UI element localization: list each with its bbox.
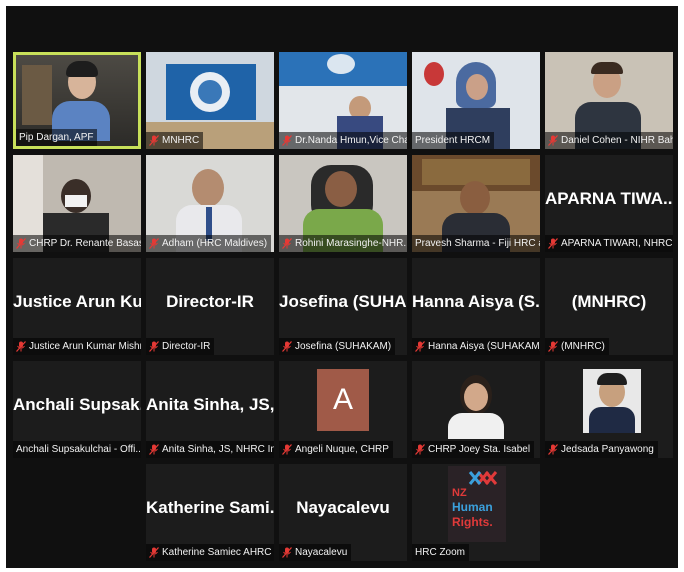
participant-display-name: APARNA TIWA... [545,189,673,208]
video-tile[interactable]: Pravesh Sharma - Fiji HRC a... [412,155,540,252]
name-label: Dr.Nanda Hmun,Vice Cha... [279,132,407,149]
video-tile[interactable]: Josefina (SUHA... Josefina (SUHAKAM) [279,258,407,355]
mic-muted-icon [548,444,558,455]
video-tile[interactable]: Adham (HRC Maldives) [146,155,274,252]
video-tile[interactable]: Anchali Supsak... Anchali Supsakulchai -… [13,361,141,458]
logo-text-human: Human [452,500,493,514]
name-label: Pravesh Sharma - Fiji HRC a... [412,235,540,252]
participant-display-name: (MNHRC) [571,292,647,311]
video-tile[interactable]: Daniel Cohen - NIHR Bah... [545,52,673,149]
video-tile[interactable]: CHRP Joey Sta. Isabel [412,361,540,458]
mic-muted-icon [548,341,558,352]
logo-text-nz: NZ [452,487,467,499]
profile-photo [583,369,641,433]
name-label: Adham (HRC Maldives) [146,235,272,252]
name-label: Jedsada Panyawong [545,441,658,458]
participant-display-name: Nayacalevu [296,498,390,517]
name-label: CHRP Dr. Renante Basas [13,235,141,252]
name-label: Anita Sinha, JS, NHRC Ind... [146,441,274,458]
video-tile[interactable]: A Angeli Nuque, CHRP [279,361,407,458]
video-tile[interactable]: NZ Human Rights. HRC Zoom [412,464,540,561]
name-label: MNHRC [146,132,204,149]
name-label: President HRCM [412,132,495,149]
mic-muted-icon [149,135,159,146]
name-label: CHRP Joey Sta. Isabel [412,441,535,458]
name-label: HRC Zoom [412,544,470,561]
video-tile[interactable]: Dr.Nanda Hmun,Vice Cha... [279,52,407,149]
video-tile[interactable]: Nayacalevu Nayacalevu [279,464,407,561]
participant-display-name: Director-IR [166,292,254,311]
participant-display-name: Anita Sinha, JS,... [146,395,274,414]
mic-muted-icon [282,341,292,352]
video-tile[interactable]: (MNHRC) (MNHRC) [545,258,673,355]
name-label: Hanna Aisya (SUHAKAM) [412,338,540,355]
participant-display-name: Katherine Sami... [146,498,274,517]
name-label: Nayacalevu [279,544,352,561]
name-label: APARNA TIWARI, NHRC I... [545,235,673,252]
mic-muted-icon [415,444,425,455]
video-tile[interactable]: MNHRC [146,52,274,149]
video-tile[interactable]: Jedsada Panyawong [545,361,673,458]
mic-muted-icon [282,444,292,455]
name-label: (MNHRC) [545,338,609,355]
mic-muted-icon [16,341,26,352]
logo-text-rights: Rights. [452,515,493,529]
mic-muted-icon [149,238,159,249]
mic-muted-icon [548,238,558,249]
video-tile[interactable]: CHRP Dr. Renante Basas [13,155,141,252]
participant-display-name: Hanna Aisya (S... [412,292,540,311]
mic-muted-icon [415,341,425,352]
gallery-grid: Pip Dargan, APF MNHRC Dr.Nanda Hmun,Vice… [13,52,673,561]
name-label: Justice Arun Kumar Mishr... [13,338,141,355]
mic-muted-icon [149,341,159,352]
name-label: Anchali Supsakulchai - Offi... [13,441,141,458]
video-tile[interactable]: APARNA TIWA... APARNA TIWARI, NHRC I... [545,155,673,252]
participant-display-name: Josefina (SUHA... [279,292,407,311]
mic-muted-icon [282,135,292,146]
name-label: Daniel Cohen - NIHR Bah... [545,132,673,149]
name-label: Josefina (SUHAKAM) [279,338,396,355]
video-tile[interactable]: Hanna Aisya (S... Hanna Aisya (SUHAKAM) [412,258,540,355]
video-tile[interactable]: Director-IR Director-IR [146,258,274,355]
avatar: A [317,369,369,431]
mic-muted-icon [548,135,558,146]
mic-muted-icon [149,547,159,558]
mic-muted-icon [282,547,292,558]
name-label: Rohini Marasinghe-NHR... [279,235,407,252]
name-label: Katherine Samiec AHRC [146,544,274,561]
mic-muted-icon [282,238,292,249]
video-tile[interactable]: President HRCM [412,52,540,149]
name-label: Director-IR [146,338,215,355]
video-tile[interactable]: Pip Dargan, APF [13,52,141,149]
video-tile[interactable]: Rohini Marasinghe-NHR... [279,155,407,252]
participant-display-name: Justice Arun Ku... [13,292,141,311]
name-label: Angeli Nuque, CHRP [279,441,393,458]
mic-muted-icon [149,444,159,455]
video-tile[interactable]: Anita Sinha, JS,... Anita Sinha, JS, NHR… [146,361,274,458]
zoom-gallery-screen: Pip Dargan, APF MNHRC Dr.Nanda Hmun,Vice… [6,6,678,568]
mic-muted-icon [16,238,26,249]
name-label: Pip Dargan, APF [16,129,98,146]
nz-human-rights-logo: NZ Human Rights. [448,466,506,542]
participant-display-name: Anchali Supsak... [13,395,141,414]
logo-graphic: NZ Human Rights. [452,471,498,529]
video-tile[interactable]: Katherine Sami... Katherine Samiec AHRC [146,464,274,561]
video-tile[interactable]: Justice Arun Ku... Justice Arun Kumar Mi… [13,258,141,355]
